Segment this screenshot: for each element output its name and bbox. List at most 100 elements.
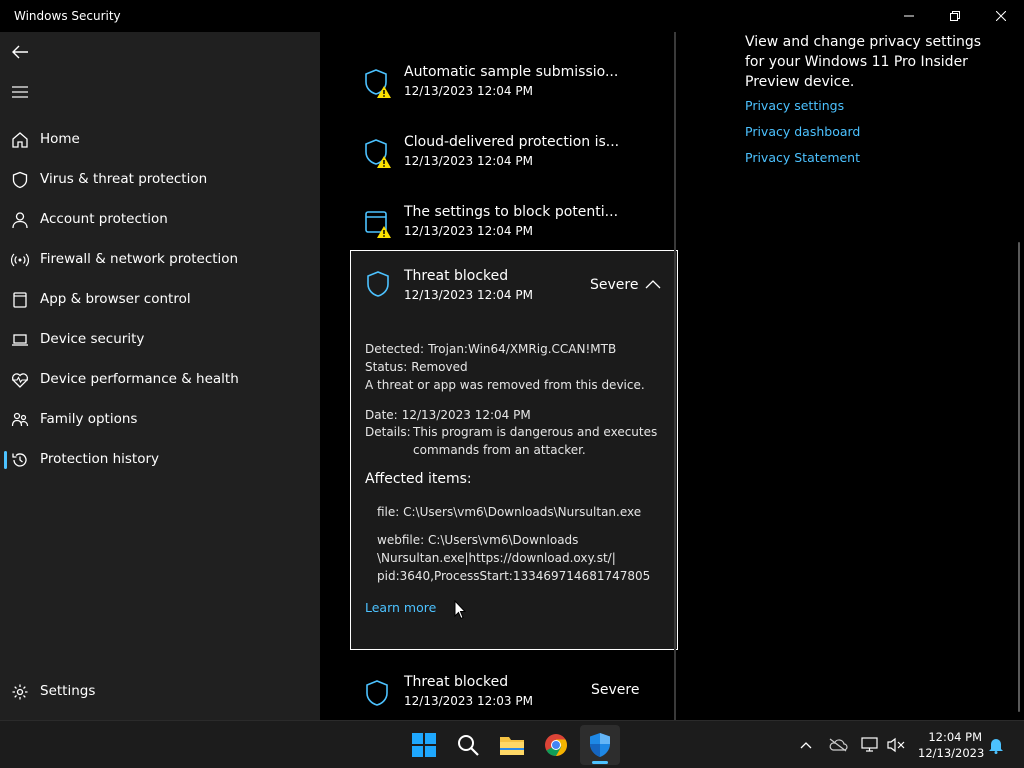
notifications-button[interactable] [986,735,1006,755]
privacy-settings-link[interactable]: Privacy settings [745,98,844,113]
file-explorer-button[interactable] [492,725,532,765]
shield-icon [367,271,389,297]
privacy-dashboard-link[interactable]: Privacy dashboard [745,124,860,139]
date-value: 12/13/2023 12:04 PM [401,408,531,422]
mouse-cursor-icon [454,600,466,620]
laptop-icon [12,334,28,346]
sidebar-item-device-security[interactable]: Device security [0,320,320,360]
history-item-date: 12/13/2023 12:04 PM [404,224,533,238]
restore-button[interactable] [932,0,978,32]
sidebar: Home Virus & threat protection Account p… [0,32,320,720]
sidebar-item-protection-history[interactable]: Protection history [0,440,320,480]
volume-button[interactable] [886,735,906,755]
show-hidden-icons-button[interactable] [796,735,816,755]
gear-icon [12,684,28,700]
date-label: Date: [365,408,398,422]
search-button[interactable] [448,725,488,765]
taskbar: 12:04 PM 12/13/2023 [0,720,1024,768]
expanded-history-item[interactable]: Threat blocked 12/13/2023 12:04 PM Sever… [350,250,678,650]
network-button[interactable] [860,735,880,755]
history-icon [12,453,27,467]
history-item-date: 12/13/2023 12:04 PM [404,84,533,98]
shield-warning-icon [365,139,391,168]
person-icon [12,212,28,229]
affected-file: file: C:\Users\vm6\Downloads\Nursultan.e… [377,505,642,519]
sidebar-item-family-options[interactable]: Family options [0,400,320,440]
network-icon [861,737,878,752]
minimize-icon [904,15,914,17]
scrollbar[interactable] [1018,242,1020,712]
menu-button[interactable] [8,80,32,104]
sidebar-item-account-protection[interactable]: Account protection [0,200,320,240]
restore-icon [950,11,960,21]
detected-label: Detected: [365,342,425,356]
sidebar-item-device-performance-health[interactable]: Device performance & health [0,360,320,400]
status-value: Removed [411,360,468,374]
affected-webfile-line: \Nursultan.exe|https://download.oxy.st/| [377,551,616,565]
sidebar-item-app-browser-control[interactable]: App & browser control [0,280,320,320]
detected-row: Detected: Trojan:Win64/XMRig.CCAN!MTB [365,342,616,356]
severity-label: Severe [590,277,639,293]
minimize-button[interactable] [886,0,932,32]
close-button[interactable] [978,0,1024,32]
back-button[interactable] [8,40,32,64]
history-item-title: Cloud-delivered protection is... [404,134,620,150]
affected-webfile-line: webfile: C:\Users\vm6\Downloads [377,533,579,547]
details-row: Details: [365,425,411,439]
threat-date: 12/13/2023 12:04 PM [404,288,533,302]
history-item-title: The settings to block potenti... [404,204,619,220]
chevron-up-icon[interactable] [644,277,662,291]
history-item[interactable]: Threat blocked 12/13/2023 12:03 PM Sever… [350,660,678,720]
threat-title: Threat blocked [404,268,509,284]
window-icon [13,292,27,308]
running-indicator [592,761,608,764]
sidebar-item-label: Settings [40,683,96,699]
sidebar-item-label: Firewall & network protection [40,251,239,267]
search-icon [458,735,479,756]
sidebar-item-virus-threat-protection[interactable]: Virus & threat protection [0,160,320,200]
sidebar-item-home[interactable]: Home [0,120,320,160]
learn-more-link[interactable]: Learn more [365,600,436,615]
protection-history-list: Automatic sample submissio... 12/13/2023… [320,32,680,720]
affected-webfile-line: pid:3640,ProcessStart:133469714681747805 [377,569,651,583]
details-value-line: This program is dangerous and executes [413,425,658,439]
history-item[interactable]: Automatic sample submissio... 12/13/2023… [350,50,678,120]
wifi-icon [11,253,29,267]
start-button[interactable] [404,725,444,765]
windows-security-button[interactable] [580,725,620,765]
affected-items-heading: Affected items: [365,471,472,487]
shield-warning-icon [365,69,391,98]
list-divider [674,32,676,720]
window-title: Windows Security [14,9,121,23]
sidebar-item-label: Family options [40,411,138,427]
clock-time[interactable]: 12:04 PM [918,730,982,744]
family-icon [11,412,29,427]
privacy-description: View and change privacy settings for you… [745,34,982,90]
app-browser-warning-icon [365,211,391,238]
file-explorer-icon [500,737,524,755]
date-row: Date: 12/13/2023 12:04 PM [365,408,531,422]
shield-icon [366,680,388,706]
shield-icon [12,171,28,189]
heart-icon [12,373,28,388]
onedrive-button[interactable] [828,735,848,755]
sidebar-item-label: Device performance & health [40,371,239,387]
sidebar-item-settings[interactable]: Settings [0,672,320,712]
history-item-title: Automatic sample submissio... [404,64,619,80]
history-item[interactable]: Cloud-delivered protection is... 12/13/2… [350,120,678,190]
privacy-statement-link[interactable]: Privacy Statement [745,150,860,165]
chrome-button[interactable] [536,725,576,765]
hamburger-icon [12,86,28,98]
active-indicator [4,451,7,469]
sidebar-item-firewall-network-protection[interactable]: Firewall & network protection [0,240,320,280]
status-note: A threat or app was removed from this de… [365,378,645,392]
sidebar-item-label: Home [40,131,80,147]
sidebar-item-label: Device security [40,331,145,347]
clock-date[interactable]: 12/13/2023 [918,746,984,760]
sidebar-item-label: Account protection [40,211,168,227]
history-item-date: 12/13/2023 12:04 PM [404,154,533,168]
history-item-date: 12/13/2023 12:03 PM [404,694,533,708]
history-item-title: Threat blocked [404,674,509,690]
back-arrow-icon [12,45,28,59]
chevron-up-icon [800,742,812,749]
